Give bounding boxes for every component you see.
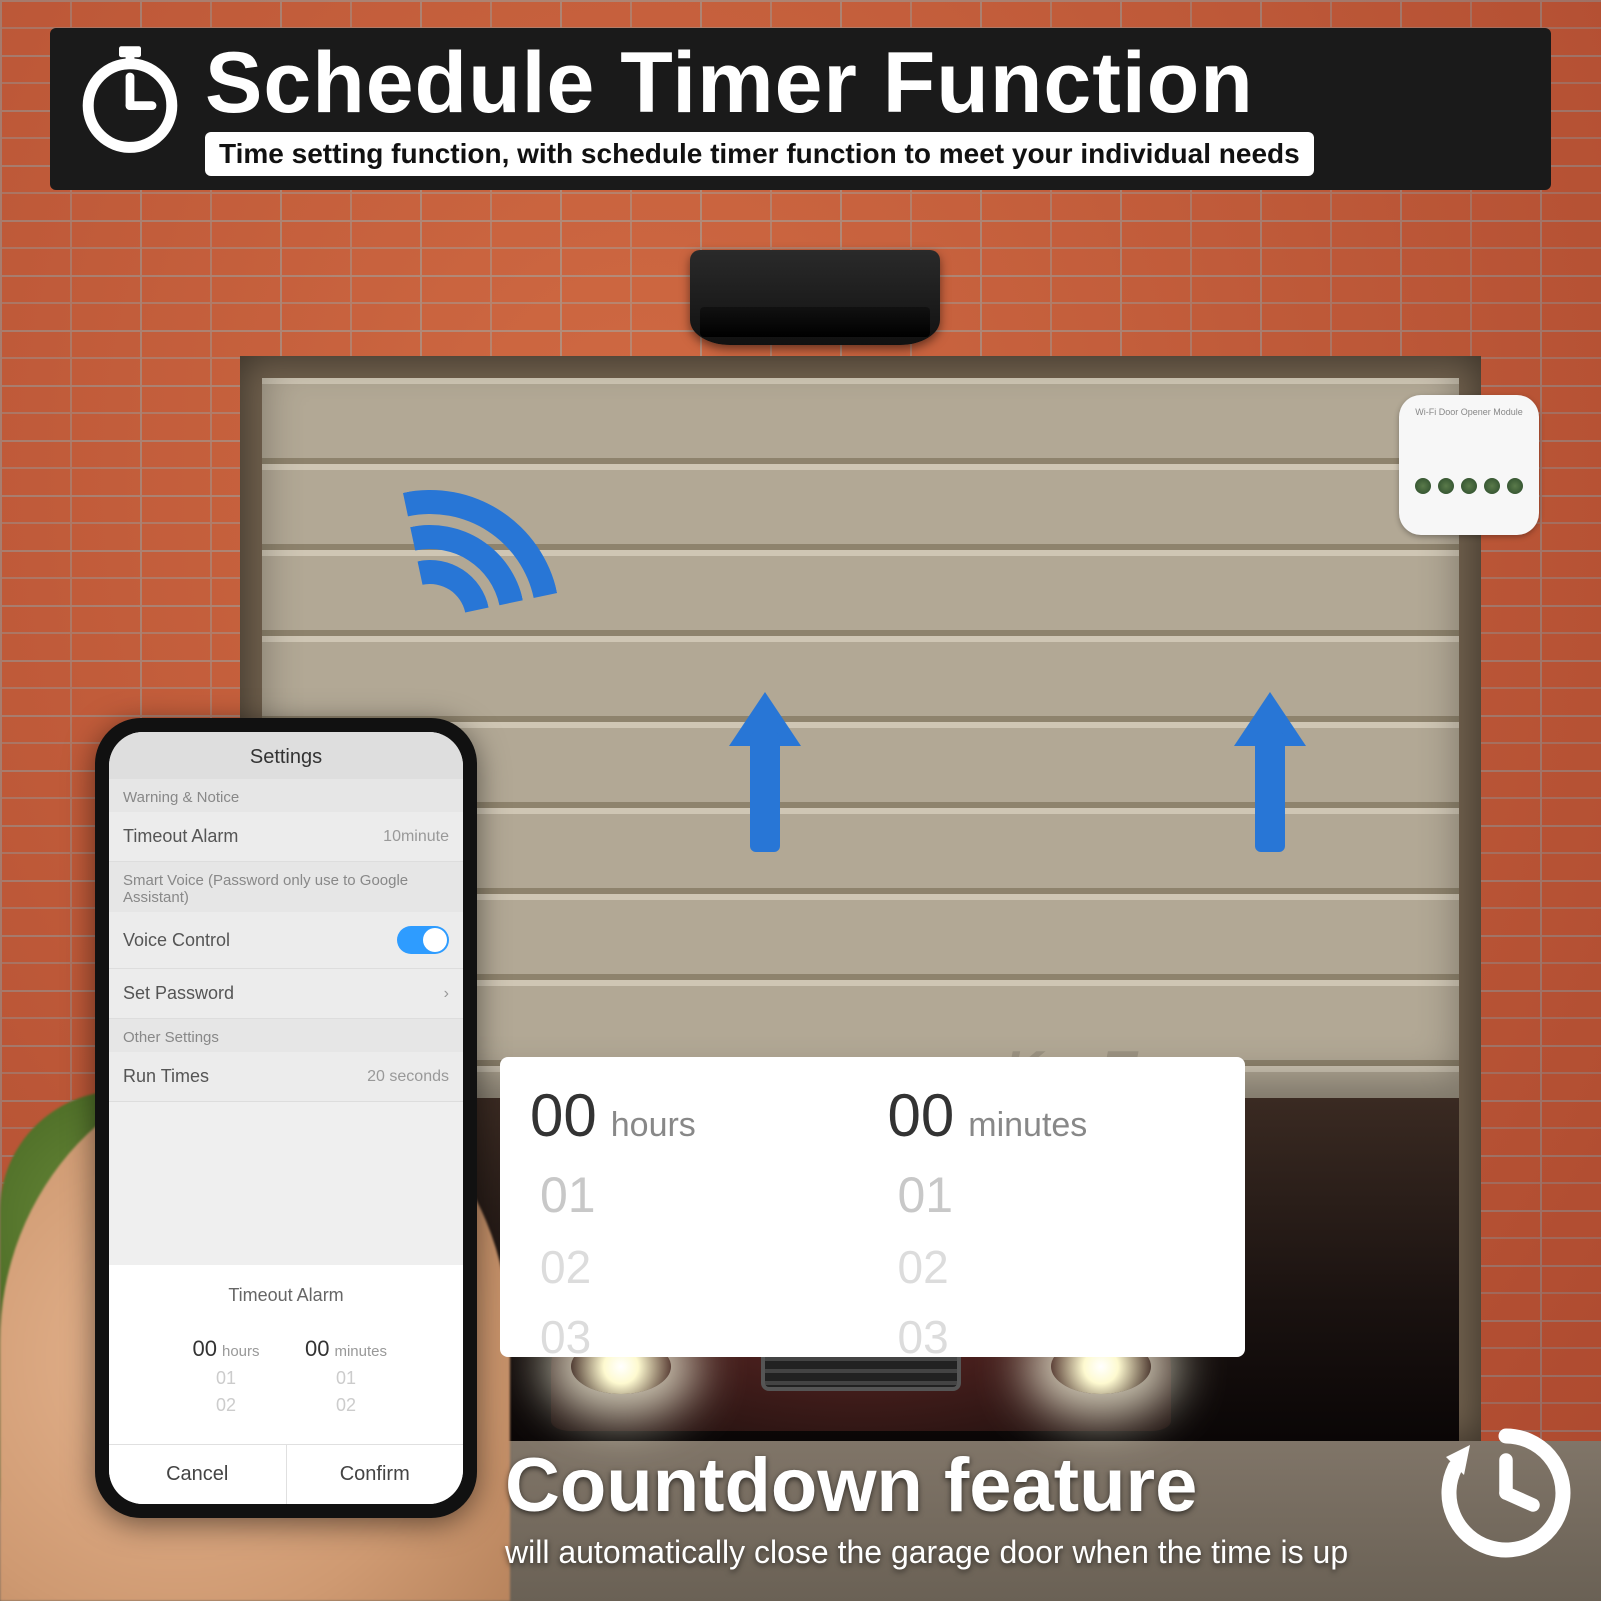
minutes-column[interactable]: 00 minutes 01 02 xyxy=(301,1336,391,1416)
phone-mockup: Settings Warning & Notice Timeout Alarm … xyxy=(95,718,477,1518)
hours-column[interactable]: 00 hours 01 02 xyxy=(181,1336,271,1416)
minutes-next: 01 xyxy=(301,1368,391,1389)
chevron-right-icon: › xyxy=(444,985,449,1003)
zoom-hours-next1: 01 xyxy=(530,1166,596,1224)
zoom-minutes-column[interactable]: 00 minutes 01 02 03 xyxy=(888,1081,1216,1347)
banner-title: Schedule Timer Function xyxy=(205,38,1526,128)
run-times-label: Run Times xyxy=(123,1066,209,1087)
minutes-main: 00 xyxy=(305,1336,329,1361)
timeout-alarm-label: Timeout Alarm xyxy=(123,826,238,847)
wall-light xyxy=(690,250,940,345)
time-picker[interactable]: 00 hours 01 02 00 minutes 01 02 xyxy=(109,1336,463,1416)
countdown-title: Countdown feature xyxy=(505,1448,1411,1524)
row-timeout-alarm[interactable]: Timeout Alarm 10minute xyxy=(109,812,463,862)
run-times-value: 20 seconds xyxy=(367,1068,449,1086)
countdown-box: Countdown feature will automatically clo… xyxy=(505,1448,1581,1571)
stopwatch-icon xyxy=(75,44,185,154)
row-voice-control[interactable]: Voice Control xyxy=(109,912,463,969)
row-run-times[interactable]: Run Times 20 seconds xyxy=(109,1052,463,1102)
minutes-next2: 02 xyxy=(301,1395,391,1416)
hours-main: 00 xyxy=(192,1336,216,1361)
screen-title: Settings xyxy=(109,732,463,779)
timeout-modal: Timeout Alarm 00 hours 01 02 00 minutes … xyxy=(109,1265,463,1504)
device-label: Wi-Fi Door Opener Module xyxy=(1411,407,1527,418)
voice-control-label: Voice Control xyxy=(123,930,230,951)
device-terminals xyxy=(1411,478,1527,494)
zoom-hours-column[interactable]: 00 hours 01 02 03 xyxy=(530,1081,858,1347)
modal-title: Timeout Alarm xyxy=(109,1285,463,1306)
set-password-label: Set Password xyxy=(123,983,234,1004)
hours-next2: 02 xyxy=(181,1395,271,1416)
zoom-minutes-main: 00 xyxy=(888,1081,955,1150)
zoom-hours-next2: 02 xyxy=(530,1240,591,1294)
zoom-hours-main: 00 xyxy=(530,1081,597,1150)
zoom-hours-next3: 03 xyxy=(530,1310,591,1357)
voice-control-toggle[interactable] xyxy=(397,926,449,954)
smart-voice-note: Smart Voice (Password only use to Google… xyxy=(109,862,463,912)
confirm-button[interactable]: Confirm xyxy=(287,1445,464,1504)
zoom-minutes-next2: 02 xyxy=(888,1240,949,1294)
hours-next: 01 xyxy=(181,1368,271,1389)
wifi-module-device: Wi-Fi Door Opener Module xyxy=(1399,395,1539,535)
up-arrow-icon xyxy=(1245,692,1295,852)
up-arrow-icon xyxy=(740,692,790,852)
timeout-alarm-value: 10minute xyxy=(383,828,449,846)
section-warning: Warning & Notice xyxy=(109,779,463,812)
zoom-minutes-unit: minutes xyxy=(968,1106,1087,1145)
zoom-minutes-next3: 03 xyxy=(888,1310,949,1357)
banner-subtitle: Time setting function, with schedule tim… xyxy=(205,132,1314,176)
history-icon xyxy=(1431,1418,1581,1568)
countdown-subtitle: will automatically close the garage door… xyxy=(505,1534,1411,1571)
zoom-minutes-next1: 01 xyxy=(888,1166,954,1224)
cancel-button[interactable]: Cancel xyxy=(109,1445,287,1504)
row-set-password[interactable]: Set Password › xyxy=(109,969,463,1019)
section-other: Other Settings xyxy=(109,1019,463,1052)
zoom-time-picker[interactable]: 00 hours 01 02 03 00 minutes 01 02 03 xyxy=(500,1057,1245,1357)
hours-unit: hours xyxy=(222,1343,260,1360)
top-banner: Schedule Timer Function Time setting fun… xyxy=(50,28,1551,190)
phone-screen: Settings Warning & Notice Timeout Alarm … xyxy=(109,732,463,1504)
minutes-unit: minutes xyxy=(334,1343,387,1360)
zoom-hours-unit: hours xyxy=(611,1106,696,1145)
